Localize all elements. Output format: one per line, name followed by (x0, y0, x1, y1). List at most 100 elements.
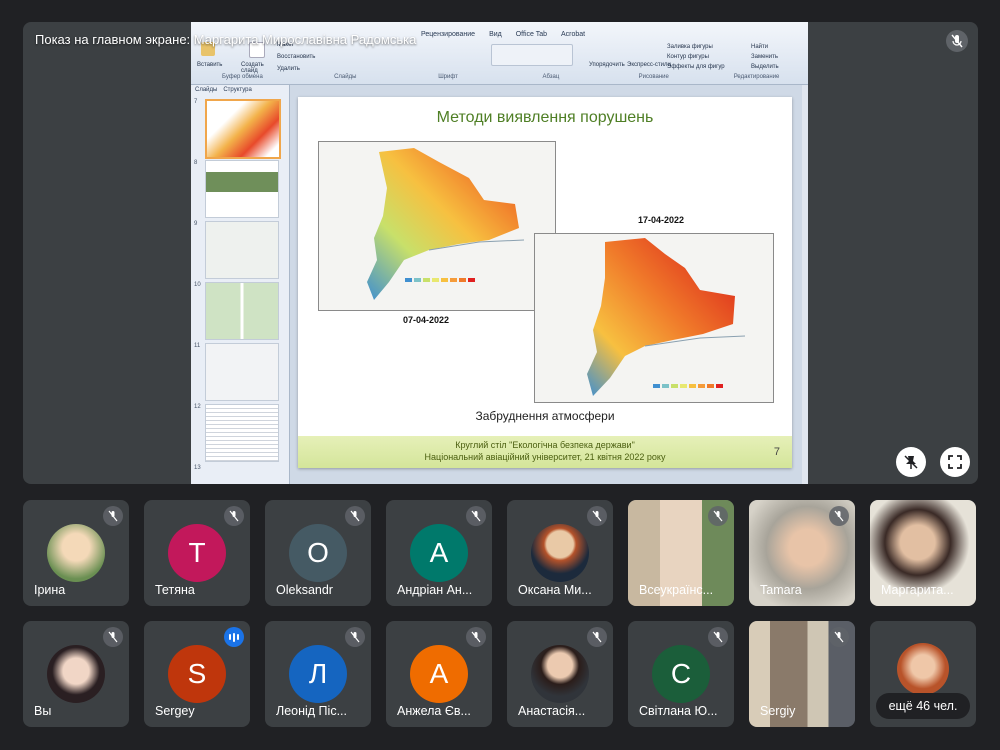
more-participants-tile[interactable]: ещё 46 чел. (870, 621, 976, 727)
avatar: A (410, 645, 468, 703)
avatar (531, 524, 589, 582)
participant-name: Андріан Ан... (397, 583, 473, 597)
avatar: S (168, 645, 226, 703)
avatar (897, 643, 949, 695)
group-drawing: Рисование (638, 74, 669, 80)
participant-tile[interactable]: Анастасія... (507, 621, 613, 727)
participant-tile[interactable]: A Анжела Єв... (386, 621, 492, 727)
participant-name: Sergey (155, 704, 195, 718)
participant-tile[interactable]: T Тетяна (144, 500, 250, 606)
mic-off-icon (103, 506, 123, 526)
thumb-number: 10 (194, 282, 201, 288)
vertical-scrollbar[interactable] (802, 85, 808, 484)
participant-tile[interactable]: O Oleksandr (265, 500, 371, 606)
participant-tile[interactable]: Маргарита... (870, 500, 976, 606)
participant-tile[interactable]: Вы (23, 621, 129, 727)
avatar: T (168, 524, 226, 582)
mic-off-icon (829, 506, 849, 526)
delete-button[interactable]: Удалить (277, 66, 300, 72)
tab-view[interactable]: Вид (489, 31, 502, 38)
mic-off-icon (587, 506, 607, 526)
replace-button[interactable]: Заменить (751, 54, 778, 60)
presenter-caption: Показ на главном экране: Маргарита Мирос… (35, 32, 417, 47)
shape-effects-button[interactable]: Эффекты для фигур (667, 64, 725, 70)
thumb-number: 8 (194, 160, 198, 166)
quick-styles-button[interactable]: Экспресс-стили (627, 62, 671, 68)
thumb-number: 7 (194, 99, 198, 105)
shape-fill-button[interactable]: Заливка фигуры (667, 44, 713, 50)
participant-tile[interactable]: Ірина (23, 500, 129, 606)
participant-tile[interactable]: A Андріан Ан... (386, 500, 492, 606)
find-button[interactable]: Найти (751, 44, 768, 50)
paste-button[interactable]: Вставить (197, 62, 222, 68)
select-button[interactable]: Выделить (751, 64, 779, 70)
mic-off-icon (708, 627, 728, 647)
participant-tile[interactable]: S Sergey (144, 621, 250, 727)
ribbon-group-labels: Буфер обмена Слайды Шрифт Абзац Рисовани… (191, 74, 808, 80)
footer-line-1: Круглий стіл "Екологічна безпека держави… (455, 440, 635, 450)
avatar: Л (289, 645, 347, 703)
slide-thumbnail[interactable] (205, 99, 281, 159)
slide-thumbnail[interactable] (205, 282, 279, 340)
participant-tile[interactable]: Sergiy (749, 621, 855, 727)
more-participants-button[interactable]: ещё 46 чел. (876, 693, 970, 719)
thumb-number: 9 (194, 221, 198, 227)
slide-subtitle: Забруднення атмосфери (475, 409, 615, 423)
participant-name: Вы (34, 704, 52, 718)
group-slides: Слайды (334, 74, 357, 80)
new-slide-button[interactable]: Создать слайд (241, 62, 271, 74)
participant-tile[interactable]: Всеукраїнс... (628, 500, 734, 606)
participant-name: Леонід Піс... (276, 704, 347, 718)
reset-button[interactable]: Восстановить (277, 54, 315, 60)
avatar: C (652, 645, 710, 703)
tab-review[interactable]: Рецензирование (421, 31, 475, 38)
mic-off-icon (224, 506, 244, 526)
participant-name: Анжела Єв... (397, 704, 471, 718)
arrange-button[interactable]: Упорядочить (589, 62, 625, 68)
mic-off-icon (946, 30, 968, 52)
map-legend (653, 384, 723, 388)
group-editing: Редактирование (733, 74, 780, 80)
thumb-number: 12 (194, 404, 201, 410)
presentation-stage: Показ на главном экране: Маргарита Мирос… (23, 22, 978, 484)
participant-tile[interactable]: Оксана Ми... (507, 500, 613, 606)
mic-off-icon (103, 627, 123, 647)
slide-thumbnail[interactable] (205, 221, 279, 279)
pollution-map-right (534, 233, 774, 403)
slide-title: Методи виявлення порушень (436, 109, 654, 126)
pin-off-icon[interactable] (896, 447, 926, 477)
participant-tile[interactable]: Л Леонід Піс... (265, 621, 371, 727)
participant-name: Оксана Ми... (518, 583, 592, 597)
map-date-left: 07-04-2022 (403, 315, 450, 325)
fullscreen-icon[interactable] (940, 447, 970, 477)
map-date-right: 17-04-2022 (638, 215, 685, 225)
slide-editor: Методи виявлення порушень 07-04-2022 17-… (290, 85, 808, 484)
footer-line-2: Національний авіаційний університет, 21 … (424, 452, 666, 462)
tab-office-tab[interactable]: Office Tab (516, 31, 547, 38)
participant-tile[interactable]: C Світлана Ю... (628, 621, 734, 727)
tab-acrobat[interactable]: Acrobat (561, 31, 585, 38)
avatar (531, 645, 589, 703)
mic-off-icon (587, 627, 607, 647)
mic-off-icon (466, 506, 486, 526)
panel-tab-outline[interactable]: Структура (223, 87, 251, 93)
thumb-number: 11 (194, 343, 201, 349)
participant-tile[interactable]: Tamara (749, 500, 855, 606)
thumb-number: 13 (194, 465, 201, 471)
avatar (47, 645, 105, 703)
shape-outline-button[interactable]: Контур фигуры (667, 54, 709, 60)
participant-name: Tamara (760, 583, 802, 597)
panel-tab-slides[interactable]: Слайды (195, 87, 217, 93)
participant-name: Oleksandr (276, 583, 333, 597)
slide-thumbnail[interactable] (205, 343, 279, 401)
participant-name: Світлана Ю... (639, 704, 718, 718)
pollution-map-left (318, 141, 556, 311)
participant-name: Тетяна (155, 583, 195, 597)
slide-thumbnail[interactable] (205, 160, 279, 218)
current-slide[interactable]: Методи виявлення порушень 07-04-2022 17-… (298, 97, 792, 468)
avatar: O (289, 524, 347, 582)
shapes-gallery[interactable] (491, 44, 573, 66)
mic-off-icon (829, 627, 849, 647)
group-paragraph: Абзац (542, 74, 560, 80)
slide-thumbnail[interactable] (205, 404, 279, 462)
